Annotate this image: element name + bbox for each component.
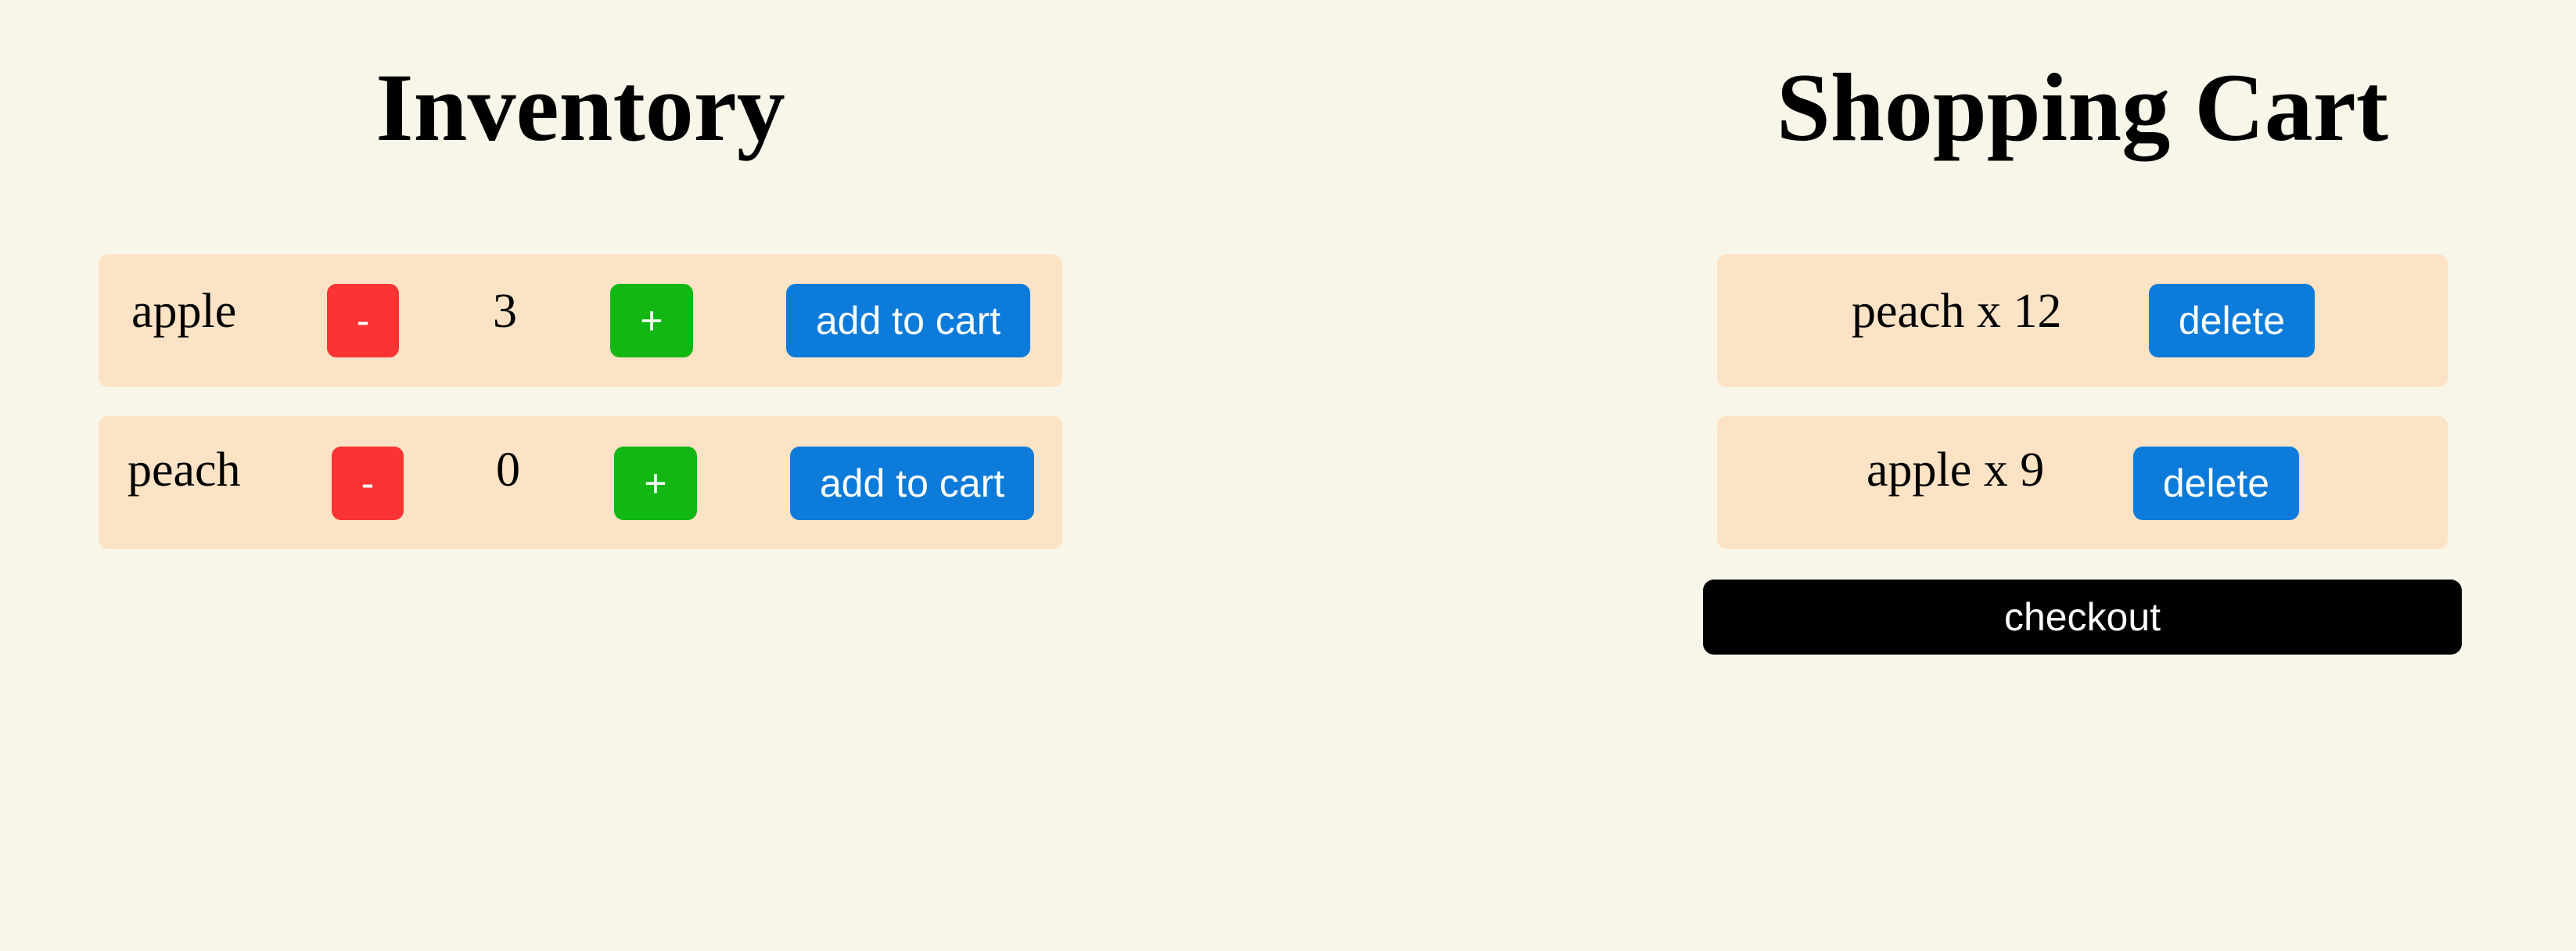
checkout-button[interactable]: checkout [1703,580,2462,655]
cart-item-label: peach x 12 [1852,285,2062,338]
add-peach-to-cart-button[interactable]: add to cart [790,447,1034,520]
cart-item-peach: peach x 12 delete [1717,254,2448,387]
delete-apple-button[interactable]: delete [2133,447,2299,520]
inventory-item-quantity: 3 [493,285,517,338]
add-apple-to-cart-button[interactable]: add to cart [786,284,1030,357]
cart-item-apple: apple x 9 delete [1717,416,2448,549]
inventory-item-peach: peach - 0 + add to cart [99,416,1062,549]
decrement-apple-button[interactable]: - [327,284,399,357]
inventory-item-name: apple [131,285,237,338]
inventory-title: Inventory [375,54,785,161]
increment-apple-button[interactable]: + [610,284,693,357]
increment-peach-button[interactable]: + [614,447,697,520]
inventory-item-apple: apple - 3 + add to cart [99,254,1062,387]
inventory-item-name: peach [128,443,241,497]
decrement-peach-button[interactable]: - [332,447,404,520]
delete-peach-button[interactable]: delete [2149,284,2315,357]
inventory-item-quantity: 0 [496,443,520,497]
shopping-cart-title: Shopping Cart [1776,54,2389,161]
cart-item-label: apple x 9 [1866,443,2045,497]
